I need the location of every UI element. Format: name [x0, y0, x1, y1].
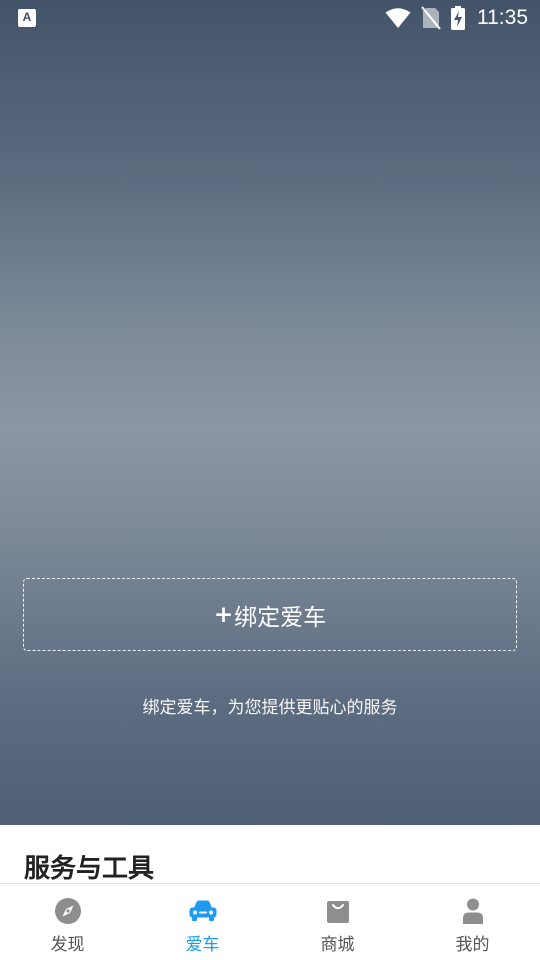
status-bar: A 11:35: [0, 0, 540, 36]
car-icon: [188, 896, 218, 926]
plus-icon: +: [213, 601, 234, 628]
services-tools-title: 服务与工具: [24, 854, 155, 884]
tab-discover[interactable]: 发现: [0, 884, 135, 960]
tab-mall[interactable]: 商城: [270, 884, 405, 960]
bind-car-tip: 绑定爱车，为您提供更贴心的服务: [142, 698, 398, 718]
bottom-tab-bar: 发现 爱车 商城 我的: [0, 883, 540, 960]
app-notification-icon: A: [18, 9, 36, 27]
bind-car-button[interactable]: + 绑定爱车: [23, 578, 517, 651]
tab-my-car[interactable]: 爱车: [135, 884, 270, 960]
compass-icon: [53, 896, 83, 926]
status-icons: 11:35: [385, 4, 528, 32]
status-time: 11:35: [477, 6, 528, 29]
person-icon: [458, 896, 488, 926]
no-sim-icon: [421, 6, 441, 30]
shopping-bag-icon: [323, 896, 353, 926]
bind-car-label: 绑定爱车: [234, 604, 327, 631]
tab-label: 商城: [320, 935, 355, 955]
tab-label: 我的: [455, 935, 490, 955]
battery-charging-icon: [451, 6, 465, 30]
tab-label: 爱车: [185, 935, 220, 955]
wifi-icon: [385, 8, 411, 28]
tab-label: 发现: [50, 935, 85, 955]
tab-mine[interactable]: 我的: [405, 884, 540, 960]
